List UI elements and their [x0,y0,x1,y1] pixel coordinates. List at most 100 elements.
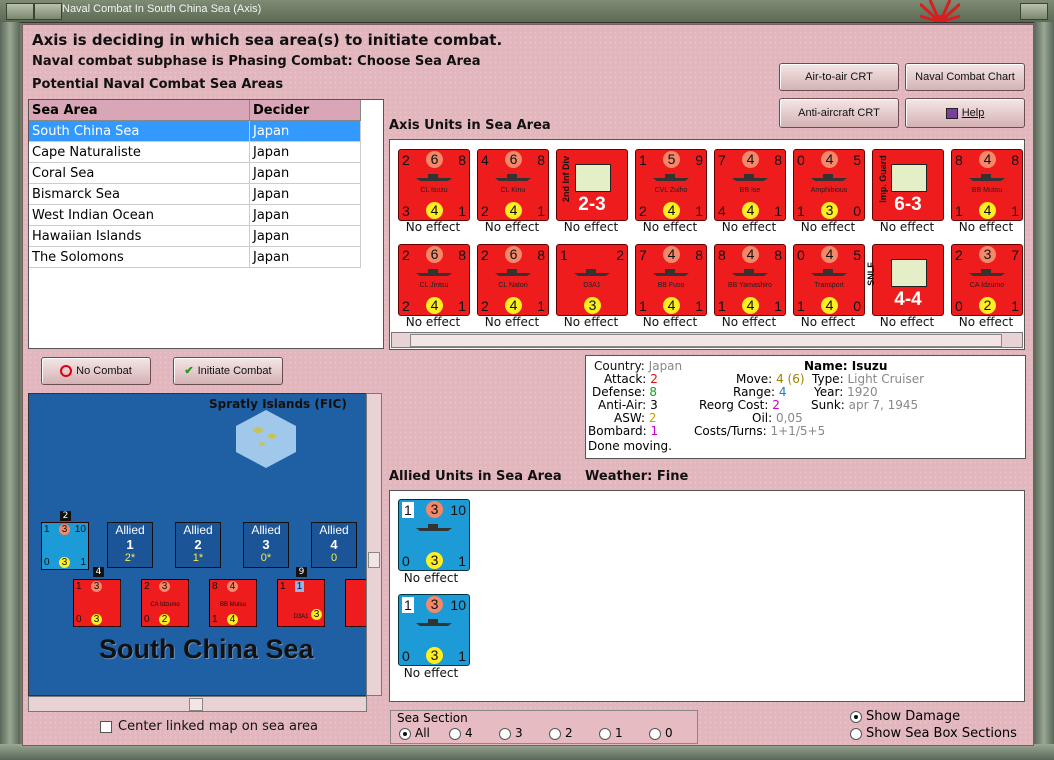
table-row[interactable]: Coral Sea Japan [29,162,361,184]
subphase-line: Naval combat subphase is Phasing Combat:… [32,54,481,69]
unit-stat: 1 [458,648,466,664]
show-damage-option[interactable]: Show Damage [850,709,960,724]
axis-unit-counter[interactable]: 2 6 8 CL Natori 2 4 1 [477,244,549,316]
unit-stat: 1 [458,298,466,314]
sea-area-map[interactable]: Spratly Islands (FIC) Allied 1 2* Allied… [28,393,367,696]
unit-stat: 1 [537,298,545,314]
allied-unit-counter[interactable]: 1 3 10 0 3 1 [398,594,470,666]
range-label: Range: [733,385,776,399]
map-unit-stat: 1 [212,614,218,625]
year-label: Year: [814,385,844,399]
map-unit-stat: 4 [227,581,238,592]
radio-icon[interactable] [499,727,511,740]
initiate-combat-button[interactable]: ✔ Initiate Combat [173,357,283,385]
allied-box-2[interactable]: Allied 2 1* [175,522,221,568]
anti-aircraft-crt-button[interactable]: Anti-aircraft CRT [779,98,899,128]
scroll-thumb[interactable] [189,698,203,711]
attack-value: 2 [650,372,658,386]
sea-section-0[interactable]: 0 [649,726,673,740]
unit-stat: 0 [402,553,410,569]
sea-section-3[interactable]: 3 [499,726,523,740]
map-unit[interactable]: 1 1 D3A1 3 [277,579,325,627]
unit-stat: 4 [663,202,680,219]
unit-stat: 3 [426,596,443,613]
scroll-thumb[interactable] [410,334,1002,347]
radio-icon[interactable] [449,727,461,740]
table-row[interactable]: Hawaiian Islands Japan [29,225,361,247]
radio-icon[interactable] [599,727,611,740]
sea-section-4[interactable]: 4 [449,726,473,740]
unit-stat: 0 [402,648,410,664]
center-map-checkbox[interactable] [100,720,112,733]
axis-unit-counter[interactable]: 0 4 5 Transport 1 4 0 [793,244,865,316]
axis-unit-counter[interactable]: 8 4 8 BB Mutsu 1 4 1 [951,149,1023,221]
status-line: Axis is deciding in which sea area(s) to… [32,31,503,49]
map-unit-partial[interactable] [345,579,366,627]
costs-value: 1+1/5+5 [770,424,826,438]
radio-icon[interactable] [549,727,561,740]
no-combat-button[interactable]: No Combat [41,357,151,385]
defense-value: 8 [649,385,657,399]
unit-stat: 8 [718,247,726,263]
axis-unit-counter[interactable]: 7 4 8 BB Ise 4 4 1 [714,149,786,221]
map-unit[interactable]: 8 4 BB Mutsu 1 4 [209,579,257,627]
axis-unit-counter[interactable]: 0 4 5 Amphibious 1 3 0 [793,149,865,221]
sea-areas-list[interactable]: Sea Area Decider South China Sea Japan Ca… [28,99,384,349]
map-horizontal-scrollbar[interactable] [28,696,367,712]
reorg-value: 2 [772,398,780,412]
radio-icon[interactable] [850,727,862,740]
system-menu-button[interactable] [6,3,34,20]
air-to-air-crt-button[interactable]: Air-to-air CRT [779,63,899,91]
unit-stat: 7 [1011,247,1019,263]
center-map-checkbox-row[interactable]: Center linked map on sea area [100,719,318,734]
table-row[interactable]: Bismarck Sea Japan [29,183,361,205]
help-button[interactable]: Help [905,98,1025,128]
attack-label: Attack: [604,372,647,386]
col-sea-area[interactable]: Sea Area [29,100,250,121]
axis-unit-counter[interactable]: 1 5 9 CVL Zuiho 2 4 1 [635,149,707,221]
minimize-button[interactable] [34,3,62,20]
map-vertical-scrollbar[interactable] [366,393,382,696]
map-unit[interactable]: 1 3 0 3 [73,579,121,627]
table-row[interactable]: South China Sea Japan [29,120,361,142]
axis-unit-counter[interactable]: 6-3 Imp. Guard [872,149,944,221]
antiair-value: 3 [650,398,658,412]
ship-icon [653,269,689,276]
sea-section-1[interactable]: 1 [599,726,623,740]
axis-units-scrollbar[interactable] [391,332,1023,348]
unit-type-symbol [891,164,927,192]
axis-unit-counter[interactable]: 2 3 7 CA Idzumo 0 2 1 [951,244,1023,316]
table-row[interactable]: Cape Naturaliste Japan [29,141,361,163]
show-sections-option[interactable]: Show Sea Box Sections [850,726,1017,741]
allied-unit-counter[interactable]: 1 3 10 0 3 1 [398,499,470,571]
axis-unit-counter[interactable]: 2 6 8 CL Isuzu 3 4 1 [398,149,470,221]
naval-combat-chart-button[interactable]: Naval Combat Chart [905,63,1025,91]
close-button[interactable] [1020,3,1048,20]
col-decider[interactable]: Decider [249,100,361,121]
allied-box-3[interactable]: Allied 3 0* [243,522,289,568]
sea-section-2[interactable]: 2 [549,726,573,740]
allied-box-4[interactable]: Allied 4 0 [311,522,357,568]
radio-icon[interactable] [649,727,661,740]
sea-section-all[interactable]: All [399,726,430,740]
map-unit[interactable]: 1 3 10 0 3 1 [41,522,89,570]
title-bar[interactable]: Naval Combat In South China Sea (Axis) [0,0,1054,23]
unit-effect: No effect [642,315,698,329]
axis-unit-counter[interactable]: 7 4 8 BB Fuso 1 4 1 [635,244,707,316]
table-row[interactable]: West Indian Ocean Japan [29,204,361,226]
unit-stat: 3 [584,297,601,314]
axis-unit-counter[interactable]: 2 6 8 CL Jintsu 2 4 1 [398,244,470,316]
allied-box-1[interactable]: Allied 1 2* [107,522,153,568]
radio-icon[interactable] [850,710,862,723]
scroll-thumb[interactable] [368,552,380,568]
axis-unit-counter[interactable]: 4 6 8 CL Kinu 2 4 1 [477,149,549,221]
radio-icon[interactable] [399,727,411,740]
table-row[interactable]: The Solomons Japan [29,246,361,268]
map-unit[interactable]: 2 3 CA Idzumo 0 2 [141,579,189,627]
axis-unit-counter[interactable]: 1 2 D3A1 3 [556,244,628,316]
unit-stat: 4 [821,297,838,314]
axis-unit-counter[interactable]: 2-3 2nd Inf Div [556,149,628,221]
axis-unit-counter[interactable]: 8 4 8 BB Yamashiro 1 4 1 [714,244,786,316]
map-unit-name: CA Idzumo [150,602,180,608]
axis-unit-counter[interactable]: 4-4 SNLF [866,244,944,316]
